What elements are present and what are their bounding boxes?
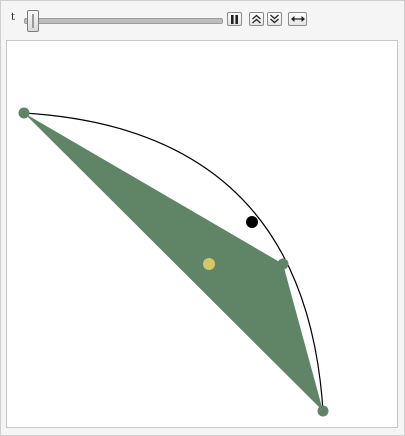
moving-point[interactable]: [246, 216, 258, 228]
geometry-plot: [18, 107, 329, 417]
triangle-vertex[interactable]: [317, 405, 329, 417]
centroid-point: [203, 258, 215, 270]
triangle-vertex[interactable]: [277, 258, 289, 270]
triangle-vertex[interactable]: [18, 107, 30, 119]
